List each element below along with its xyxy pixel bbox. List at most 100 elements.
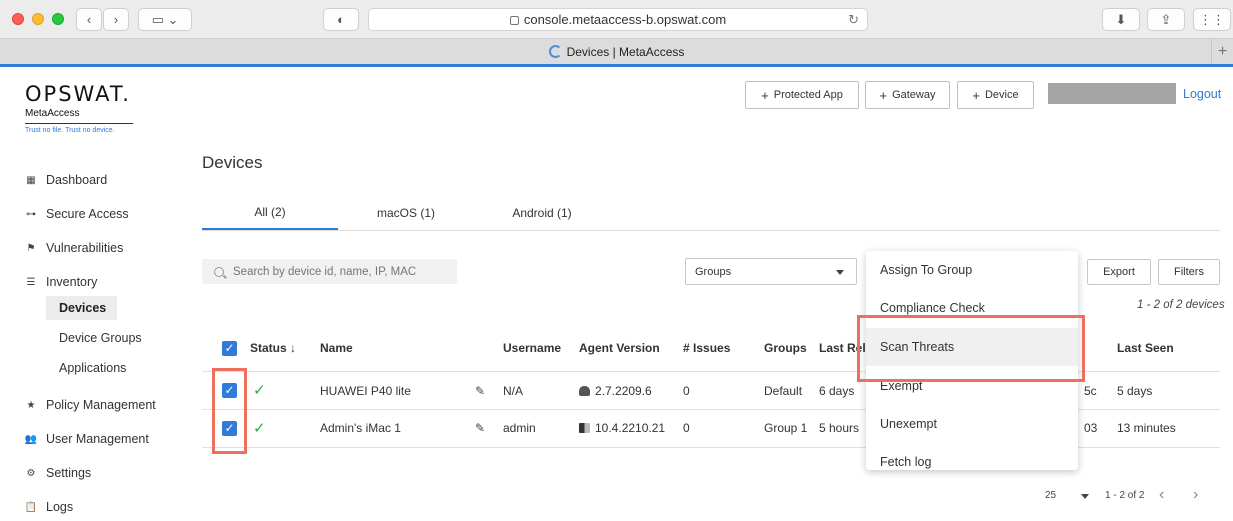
address-bar[interactable]: console.metaaccess-b.opswat.com ↻ [368, 8, 868, 31]
gear-icon: ⚙ [26, 467, 36, 479]
logout-link[interactable]: Logout [1183, 87, 1221, 101]
column-header-status[interactable]: Status ↓ [250, 341, 296, 355]
plus-icon: + [879, 87, 888, 103]
groups-select[interactable]: Groups [685, 258, 857, 285]
status-ok-icon: ✓ [253, 382, 266, 399]
column-header-name[interactable]: Name [320, 341, 353, 355]
edit-pencil-icon[interactable]: ✎ [475, 384, 485, 398]
search-box[interactable] [202, 259, 457, 284]
page-title: Devices [202, 153, 263, 172]
list-icon: ☰ [26, 276, 36, 288]
page-load-progress [0, 64, 1233, 67]
brand-name: OPSWAT. [25, 82, 131, 106]
arrow-down-icon: ↓ [290, 341, 297, 355]
android-icon [579, 386, 590, 396]
sidebar-item-vulnerabilities[interactable]: ⚑ Vulnerabilities [24, 237, 124, 259]
menu-item-label: Assign To Group [880, 263, 973, 277]
next-page-icon[interactable]: › [1193, 486, 1198, 504]
column-header-agent-version[interactable]: Agent Version [579, 341, 660, 355]
opswat-logo[interactable]: OPSWAT. MetaAccess Trust no file. Trust … [25, 82, 133, 134]
select-all-checkbox[interactable]: ✓ [222, 341, 237, 356]
sidebar-subitem-applications[interactable]: Applications [46, 356, 126, 380]
tab-label: Android (1) [512, 206, 572, 220]
shield-icon: ◐ [337, 12, 345, 27]
column-header-issues[interactable]: # Issues [683, 341, 730, 355]
downloads-button[interactable]: ⬇ [1102, 8, 1140, 31]
sidebar-subitem-device-groups[interactable]: Device Groups [46, 326, 142, 350]
device-name[interactable]: Admin's iMac 1 [320, 421, 401, 435]
sidebar-item-secure-access[interactable]: ⊶ Secure Access [24, 203, 129, 225]
issue-count: 0 [683, 384, 690, 398]
minimize-window-button[interactable] [32, 13, 44, 25]
privacy-shield-button[interactable]: ◐ [323, 8, 359, 31]
plus-icon: + [761, 87, 769, 103]
sidebar-item-user-management[interactable]: 👥 User Management [24, 428, 149, 450]
device-name[interactable]: HUAWEI P40 lite [320, 384, 411, 398]
sidebar-subitem-devices[interactable]: Devices [46, 296, 117, 320]
menu-item-assign-to-group[interactable]: Assign To Group [866, 251, 1078, 289]
sidebar-subitem-label: Applications [59, 361, 127, 375]
sidebar-toggle-button[interactable]: ▭ ⌄ [138, 8, 192, 31]
sidebar-item-inventory[interactable]: ☰ Inventory [24, 271, 98, 293]
menu-item-fetch-log[interactable]: Fetch log [866, 443, 1078, 470]
column-header-username[interactable]: Username [503, 341, 561, 355]
download-icon: ⬇ [1115, 11, 1127, 27]
key-icon: ⊶ [26, 208, 36, 220]
edit-pencil-icon[interactable]: ✎ [475, 421, 485, 435]
column-header-groups[interactable]: Groups [764, 341, 807, 355]
flag-icon: ⚑ [26, 242, 36, 254]
tab-label: macOS (1) [376, 206, 435, 220]
filters-button[interactable]: Filters [1158, 259, 1220, 285]
pagination-range: 1 - 2 of 2 [1105, 490, 1145, 501]
share-button[interactable]: ⇪ [1147, 8, 1185, 31]
menu-item-label: Unexempt [880, 417, 937, 431]
url-text: console.metaaccess-b.opswat.com [523, 12, 727, 27]
product-name: MetaAccess [25, 108, 133, 124]
maximize-window-button[interactable] [52, 13, 64, 25]
prev-page-icon[interactable]: ‹ [1159, 486, 1164, 504]
tab-divider [202, 230, 1220, 231]
tab-all[interactable]: All (2) [202, 196, 338, 230]
new-tab-button[interactable]: + [1211, 39, 1233, 65]
mac-finder-icon [579, 423, 590, 433]
reload-icon[interactable]: ↻ [848, 12, 859, 28]
loading-spinner-icon [548, 45, 562, 58]
agent-version-text: 10.4.2210.21 [595, 421, 666, 435]
tab-overview-button[interactable]: ⋮⋮ [1193, 8, 1231, 31]
checkbox-highlight-box [212, 368, 247, 454]
issue-count: 0 [683, 421, 690, 435]
users-icon: 👥 [24, 433, 38, 445]
forward-button[interactable]: › [103, 8, 129, 31]
add-protected-app-button[interactable]: + Protected App [745, 81, 859, 109]
button-label: Export [1103, 266, 1135, 278]
browser-tab[interactable]: Devices | MetaAccess + [0, 38, 1233, 65]
share-icon: ⇪ [1160, 11, 1172, 27]
add-device-button[interactable]: + Device [957, 81, 1034, 109]
sidebar-item-settings[interactable]: ⚙ Settings [24, 462, 92, 484]
grid-icon: ▦ [26, 174, 36, 186]
close-window-button[interactable] [12, 13, 24, 25]
add-gateway-button[interactable]: + Gateway [865, 81, 950, 109]
sidebar-item-logs[interactable]: 📋 Logs [24, 496, 73, 518]
button-label: Device [984, 89, 1019, 101]
search-input[interactable] [233, 265, 443, 278]
button-label: Protected App [773, 89, 843, 101]
tab-android[interactable]: Android (1) [474, 196, 610, 230]
back-button[interactable]: ‹ [76, 8, 102, 31]
sidebar-item-label: Logs [46, 500, 74, 514]
agent-version-text: 2.7.2209.6 [595, 384, 652, 398]
browser-toolbar: ‹ › ▭ ⌄ ◐ console.metaaccess-b.opswat.co… [0, 0, 1233, 38]
sidebar-item-dashboard[interactable]: ▦ Dashboard [24, 169, 107, 191]
groups-select-value: Groups [695, 265, 732, 278]
caret-down-icon[interactable] [1081, 494, 1089, 499]
button-label: Filters [1174, 266, 1204, 278]
last-reboot: 5 hours [819, 421, 860, 435]
user-account-redacted[interactable] [1048, 83, 1176, 104]
column-header-last-seen[interactable]: Last Seen [1117, 341, 1174, 355]
tab-macos[interactable]: macOS (1) [338, 196, 474, 230]
menu-item-unexempt[interactable]: Unexempt [866, 405, 1078, 443]
device-username: admin [503, 421, 536, 435]
sidebar-item-policy-management[interactable]: ★ Policy Management [24, 394, 156, 416]
page-size-select[interactable]: 25 [1045, 490, 1056, 501]
export-button[interactable]: Export [1087, 259, 1151, 285]
